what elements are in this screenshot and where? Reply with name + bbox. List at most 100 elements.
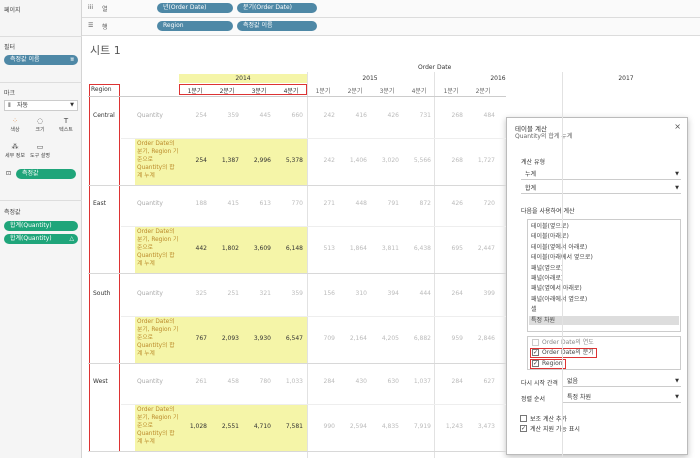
quarter-order-date-pill[interactable]: 분기(Order Date): [237, 3, 317, 13]
calc-type-value: 누계: [525, 171, 537, 178]
year-header: 2016: [490, 75, 506, 82]
running-total-cell: 442: [195, 245, 207, 252]
detail-label: 세부 정보: [5, 153, 25, 159]
row-divider: [121, 404, 506, 405]
quarter-header: 2분기: [219, 88, 235, 95]
pill-label: 년(Order Date): [163, 4, 207, 11]
dim-region: Region: [542, 360, 563, 367]
color-button[interactable]: ⁘ 색상: [4, 116, 26, 134]
measure-label: Quantity: [137, 378, 163, 385]
quantity-cell: 630: [387, 378, 399, 385]
year-divider: [307, 72, 308, 458]
text-button[interactable]: T 텍스트: [55, 116, 77, 134]
running-total-cell: 4,835: [381, 423, 399, 430]
compute-option[interactable]: 테이블(아래로): [529, 232, 679, 241]
running-total-cell: 1,243: [445, 423, 463, 430]
region-checkbox[interactable]: ✓: [532, 360, 539, 367]
running-total-cell: 1,864: [349, 245, 367, 252]
quantity-cell: 1,037: [413, 378, 431, 385]
quantity-cell: 271: [323, 200, 335, 207]
columns-shelf[interactable]: iii 열 년(Order Date) 분기(Order Date): [82, 0, 700, 18]
mark-type-icon: ⦀: [8, 102, 11, 109]
running-total-cell: 3,473: [477, 423, 495, 430]
quantity-cell: 1,033: [285, 378, 303, 385]
running-total-cell: 513: [323, 245, 335, 252]
add-secondary-checkbox[interactable]: [520, 415, 527, 422]
quantity-cell: 720: [483, 200, 495, 207]
compute-option[interactable]: 셀: [529, 305, 679, 314]
running-total-cell: 2,551: [221, 423, 239, 430]
restart-label: 다시 시작 간격: [521, 380, 558, 387]
detail-button[interactable]: ⁂ 세부 정보: [4, 142, 26, 160]
running-total-cell: 2,164: [349, 335, 367, 342]
restart-dropdown[interactable]: 없음 ▼: [563, 377, 681, 387]
mark-type-dropdown[interactable]: ⦀ 자동 ▼: [4, 100, 78, 111]
aggregation-value: 합계: [525, 185, 537, 192]
color-icon: ⁘: [12, 117, 18, 125]
pill-label: 합계(Quantity): [10, 222, 52, 229]
calc-type-dropdown[interactable]: 누계 ▼: [521, 170, 681, 180]
measure-label: Quantity: [137, 290, 163, 297]
filter-pill[interactable]: 측정값 이름 ⩸: [4, 55, 78, 65]
running-total-cell: 7,919: [413, 423, 431, 430]
year-checkbox[interactable]: [532, 339, 539, 346]
quantity-cell: 188: [195, 200, 207, 207]
quantity-cell: 791: [387, 200, 399, 207]
running-total-cell: 3,609: [253, 245, 271, 252]
sort-dropdown[interactable]: 특정 차원 ▼: [563, 393, 681, 403]
year-header: 2014: [235, 75, 251, 82]
quantity-cell: 359: [291, 290, 303, 297]
compute-option[interactable]: 특정 차원: [529, 315, 679, 325]
quarter-header: 1분기: [443, 88, 459, 95]
region-highlight-box: [89, 84, 120, 452]
aggregation-dropdown[interactable]: 합계 ▼: [521, 184, 681, 194]
region-label: West: [93, 378, 108, 385]
rows-shelf[interactable]: ☰ 행 Region 측정값 이름: [82, 18, 700, 36]
running-total-cell: 4,205: [381, 335, 399, 342]
compute-option[interactable]: 패널(옆으로): [529, 264, 679, 273]
close-icon[interactable]: ×: [674, 122, 681, 131]
detail-icon: ⁂: [11, 143, 19, 151]
running-total-cell: 1,802: [221, 245, 239, 252]
order-date-header: Order Date: [418, 64, 452, 71]
measure-label: Quantity: [137, 112, 163, 119]
tooltip-icon: ▭: [36, 143, 44, 151]
quantity-cell: 325: [195, 290, 207, 297]
running-total-cell: 3,811: [381, 245, 399, 252]
quantity-cell: 872: [419, 200, 431, 207]
show-hint-checkbox[interactable]: ✓: [520, 425, 527, 432]
measure-pill-label: 측정값: [22, 170, 39, 177]
columns-icon: iii: [88, 4, 94, 11]
running-total-cell: 767: [195, 335, 207, 342]
quarter-checkbox[interactable]: ✓: [532, 349, 539, 356]
running-total-cell: 268: [451, 157, 463, 164]
quantity-cell: 268: [451, 112, 463, 119]
compute-option[interactable]: 패널(아래로): [529, 274, 679, 283]
region-column-header: Region: [91, 86, 112, 93]
measure-names-pill[interactable]: 측정값 이름: [237, 21, 317, 31]
size-button[interactable]: ◌ 크기: [29, 116, 51, 134]
text-icon: T: [63, 117, 69, 125]
region-label: South: [93, 290, 111, 297]
mark-type-label: 자동: [17, 102, 29, 109]
sum-quantity-tablecalc-pill[interactable]: 합계(Quantity) △: [4, 234, 78, 244]
running-total-cell: 6,547: [285, 335, 303, 342]
compute-option[interactable]: 패널(아래에서 옆으로): [529, 295, 679, 304]
sort-value: 특정 차원: [567, 394, 591, 401]
year-order-date-pill[interactable]: 년(Order Date): [157, 3, 233, 13]
quantity-cell: 254: [195, 112, 207, 119]
region-pill[interactable]: Region: [157, 21, 233, 31]
row-divider: [121, 226, 506, 227]
compute-option[interactable]: 테이블(옆에서 아래로): [529, 243, 679, 252]
compute-option[interactable]: 패널(옆에서 아래로): [529, 284, 679, 293]
compute-option[interactable]: 테이블(아래에서 옆으로): [529, 253, 679, 262]
measure-label: Quantity: [137, 200, 163, 207]
running-total-cell: 990: [323, 423, 335, 430]
running-total-cell: 254: [195, 157, 207, 164]
tooltip-button[interactable]: ▭ 도구 설명: [29, 142, 51, 160]
measure-values-mark-pill[interactable]: 측정값: [16, 169, 76, 179]
cumulative-measure-label: Order Date의 분기, Region 기준으로 Quantity의 합계…: [137, 229, 179, 267]
region-label: Central: [93, 112, 115, 119]
compute-option[interactable]: 테이블(옆으로): [529, 222, 679, 231]
sum-quantity-pill[interactable]: 합계(Quantity): [4, 221, 78, 231]
